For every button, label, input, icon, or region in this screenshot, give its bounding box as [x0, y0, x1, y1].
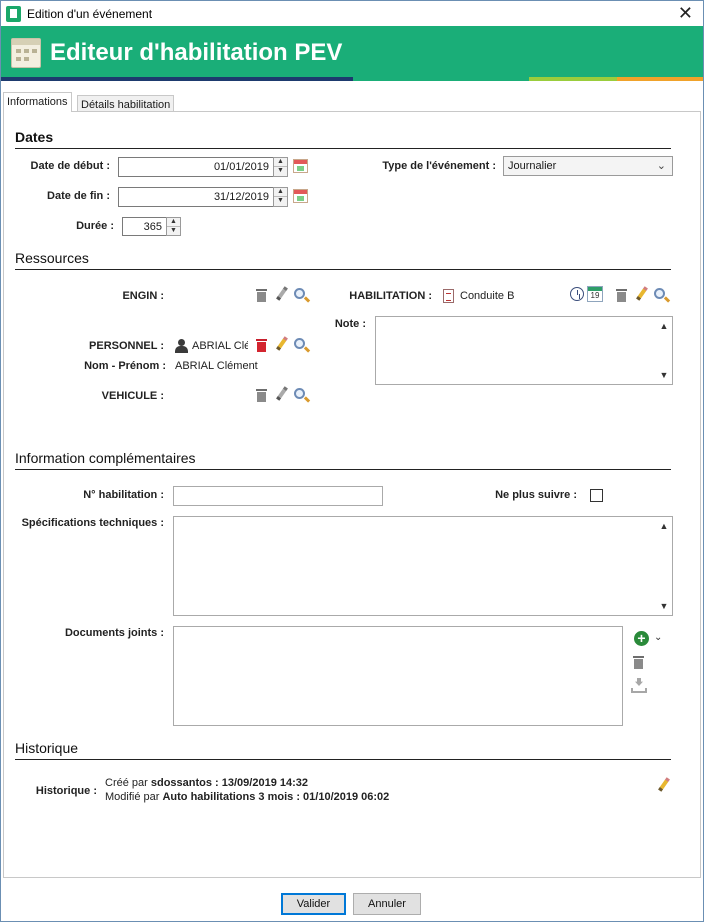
delete-personnel-icon[interactable]: [256, 338, 267, 352]
add-document-icon[interactable]: +: [634, 631, 649, 646]
person-icon: [174, 338, 188, 354]
validate-button[interactable]: Valider: [281, 893, 346, 915]
calendar-day-icon[interactable]: 19: [587, 286, 603, 302]
personnel-label: PERSONNEL :: [89, 340, 164, 352]
history-label: Historique :: [35, 785, 97, 797]
history-modified-detail: Auto habilitations 3 mois : 01/10/2019 0…: [162, 791, 390, 803]
documents-label: Documents joints :: [64, 627, 164, 639]
habilitation-number-input[interactable]: [173, 486, 383, 506]
duration-spinner[interactable]: ▲ ▼: [166, 217, 181, 236]
duration-input[interactable]: 365: [122, 217, 167, 236]
habilitation-document-icon: [443, 289, 454, 303]
start-date-input[interactable]: 01/01/2019: [118, 157, 274, 177]
section-divider: [15, 269, 671, 270]
section-divider: [15, 759, 671, 760]
stop-follow-checkbox[interactable]: [590, 489, 603, 502]
history-created-detail: sdossantos : 13/09/2019 14:32: [150, 777, 309, 789]
duration-label: Durée :: [76, 220, 114, 232]
vehicule-label: VEHICULE :: [101, 390, 164, 402]
app-icon: [6, 6, 21, 22]
delete-vehicule-icon[interactable]: [256, 388, 267, 402]
banner-stripe-navy: [1, 77, 353, 81]
calendar-icon[interactable]: [293, 159, 308, 173]
history-created-prefix: Créé par: [105, 777, 148, 789]
specs-textarea[interactable]: ▲ ▼: [173, 516, 673, 616]
banner-stripe-green: [353, 77, 529, 81]
page-title: Editeur d'habilitation PEV: [50, 39, 343, 66]
section-title-complementary: Information complémentaires: [15, 450, 196, 466]
download-icon[interactable]: [631, 678, 647, 694]
section-title-ressources: Ressources: [15, 250, 89, 266]
tab-details-habilitation[interactable]: Détails habilitation: [77, 95, 175, 112]
section-divider: [15, 148, 671, 149]
close-icon[interactable]: ✕: [678, 3, 693, 23]
banner-stripe-lime: [529, 77, 617, 81]
habilitation-value: Conduite B: [460, 290, 515, 302]
specs-scrollbar[interactable]: ▲ ▼: [656, 517, 672, 615]
calendar-icon[interactable]: [293, 189, 308, 203]
search-vehicule-icon[interactable]: [294, 388, 305, 399]
engin-label: ENGIN :: [122, 290, 164, 302]
history-modified-line: Modifié par Auto habilitations 3 mois : …: [105, 791, 389, 803]
delete-habilitation-icon[interactable]: [616, 288, 627, 302]
section-divider: [15, 469, 671, 470]
start-date-label: Date de début :: [30, 160, 110, 172]
name-value: ABRIAL Clément: [175, 360, 258, 372]
start-date-spinner[interactable]: ▲ ▼: [273, 157, 288, 177]
end-date-input[interactable]: 31/12/2019: [118, 187, 274, 207]
personnel-value: ABRIAL Clé: [192, 340, 248, 352]
chevron-down-icon: ⌄: [656, 160, 666, 172]
note-label: Note :: [334, 318, 366, 330]
specs-label: Spécifications techniques :: [21, 517, 164, 529]
calendar-logo-icon: [11, 38, 41, 68]
history-created-line: Créé par sdossantos : 13/09/2019 14:32: [105, 777, 308, 789]
note-textarea[interactable]: ▲ ▼: [375, 316, 673, 385]
chevron-down-icon[interactable]: ⌄: [654, 632, 662, 643]
end-date-label: Date de fin :: [47, 190, 110, 202]
search-habilitation-icon[interactable]: [654, 288, 665, 299]
calendar-day-number: 19: [590, 291, 600, 300]
name-label: Nom - Prénom :: [84, 360, 166, 372]
event-type-select[interactable]: Journalier ⌄: [503, 156, 673, 176]
section-title-dates: Dates: [15, 129, 54, 145]
cancel-button[interactable]: Annuler: [353, 893, 421, 915]
documents-list[interactable]: [173, 626, 623, 726]
window-title: Edition d'un événement: [27, 7, 153, 21]
tab-informations[interactable]: Informations: [3, 92, 72, 112]
habilitation-number-label: N° habilitation :: [83, 489, 164, 501]
history-modified-prefix: Modifié par: [105, 791, 160, 803]
delete-engin-icon[interactable]: [256, 288, 267, 302]
stop-follow-label: Ne plus suivre :: [495, 489, 577, 501]
end-date-spinner[interactable]: ▲ ▼: [273, 187, 288, 207]
note-scrollbar[interactable]: ▲ ▼: [656, 317, 672, 384]
habilitation-label: HABILITATION :: [349, 290, 432, 302]
title-bar: Edition d'un événement ✕: [1, 1, 703, 26]
header-banner: Editeur d'habilitation PEV: [1, 26, 703, 77]
event-type-value: Journalier: [508, 160, 557, 172]
search-personnel-icon[interactable]: [294, 338, 305, 349]
event-type-label: Type de l'événement :: [382, 160, 496, 172]
clock-icon[interactable]: [570, 287, 584, 301]
section-title-historique: Historique: [15, 740, 79, 756]
search-engin-icon[interactable]: [294, 288, 305, 299]
delete-document-icon[interactable]: [633, 655, 644, 669]
banner-stripe-orange: [617, 77, 703, 81]
